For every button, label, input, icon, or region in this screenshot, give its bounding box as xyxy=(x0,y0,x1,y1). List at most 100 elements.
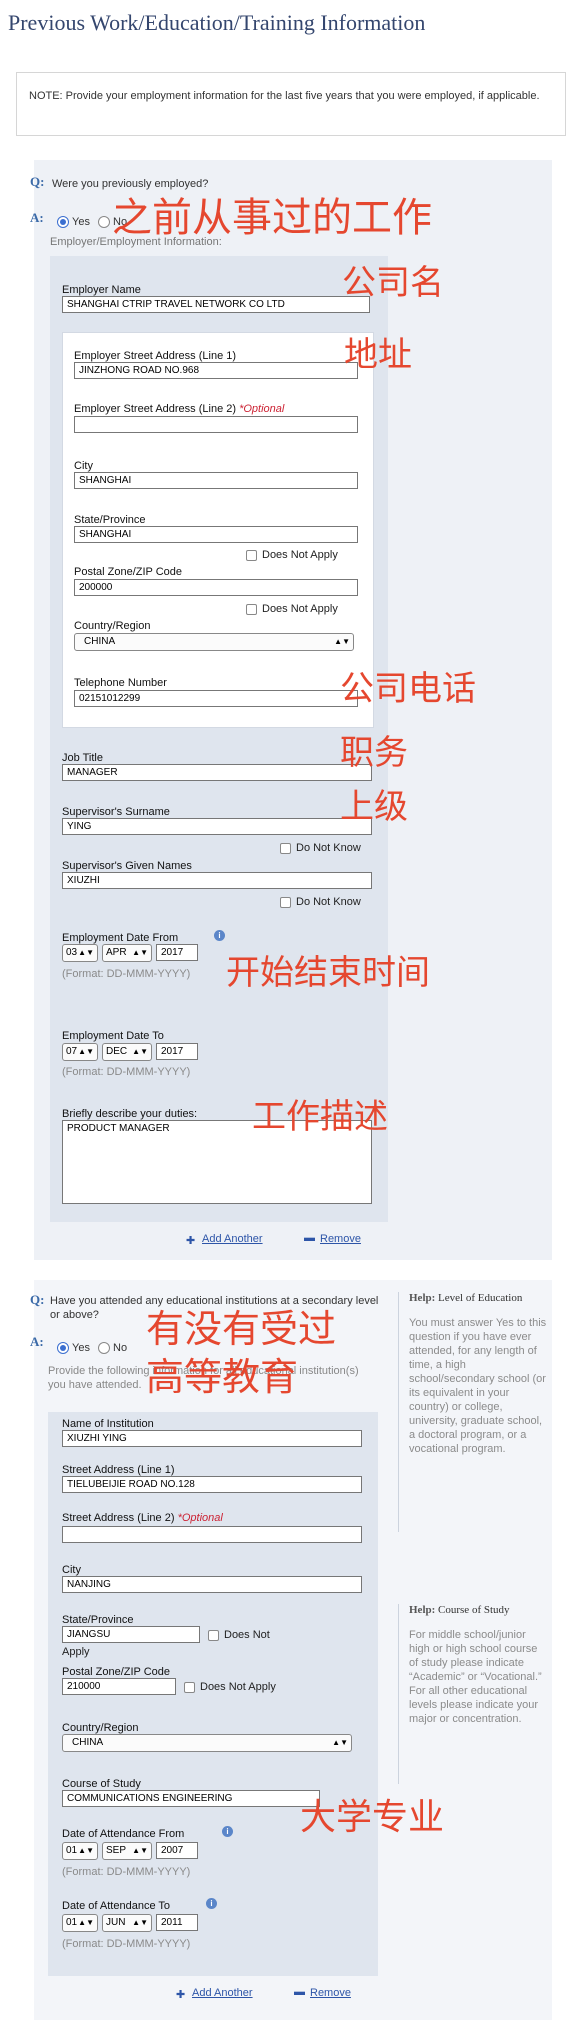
street1-label: Employer Street Address (Line 1) xyxy=(74,350,237,362)
edu-add-another-link[interactable]: Add Another xyxy=(192,1987,253,1999)
state-does-not-apply-checkbox[interactable] xyxy=(246,550,257,561)
edu-from-year-input[interactable]: 2007 xyxy=(156,1842,198,1859)
emp-from-label: Employment Date From xyxy=(62,932,179,944)
country-label: Country/Region xyxy=(74,620,151,632)
emp-to-year-input[interactable]: 2017 xyxy=(156,1043,198,1060)
zip-label: Postal Zone/ZIP Code xyxy=(74,566,183,578)
country-select[interactable]: CHINA ▲▼ xyxy=(74,633,354,651)
annotation-address: 地址 xyxy=(344,335,412,375)
emp-to-day-select[interactable]: 07 ▲▼ xyxy=(62,1043,98,1061)
zip-does-not-apply-label: Does Not Apply xyxy=(262,603,338,615)
annotation-major: 大学专业 xyxy=(300,1797,445,1838)
help-level-of-education: Help: Level of Education You must answer… xyxy=(398,1292,548,1532)
edu-city-input[interactable]: NANJING xyxy=(62,1576,362,1593)
edu-state-input[interactable]: JIANGSU xyxy=(62,1626,200,1643)
sup-surname-unknown-checkbox[interactable] xyxy=(280,843,291,854)
edu-from-month-select[interactable]: SEP ▲▼ xyxy=(102,1842,152,1860)
course-input[interactable]: COMMUNICATIONS ENGINEERING xyxy=(62,1790,320,1807)
employment-question: Were you previously employed? xyxy=(52,178,209,190)
edu-country-select[interactable]: CHINA ▲▼ xyxy=(62,1734,352,1752)
question-marker: Q: xyxy=(30,174,45,189)
city-label: City xyxy=(74,460,93,472)
zip-does-not-apply-checkbox[interactable] xyxy=(246,604,257,615)
employed-no-radio[interactable] xyxy=(98,216,110,228)
state-label: State/Province xyxy=(74,514,146,526)
emp-from-year-input[interactable]: 2017 xyxy=(156,944,198,961)
edu-country-label: Country/Region xyxy=(62,1722,139,1734)
page-title: Previous Work/Education/Training Informa… xyxy=(8,10,426,35)
edu-no-label: No xyxy=(113,1342,128,1354)
state-input[interactable]: SHANGHAI xyxy=(74,526,358,543)
edu-from-format-hint: (Format: DD-MMM-YYYY) xyxy=(62,1866,191,1878)
emp-from-month-select[interactable]: APR ▲▼ xyxy=(102,944,152,962)
edu-street1-input[interactable]: TIELUBEIJIE ROAD NO.128 xyxy=(62,1476,362,1493)
emp-to-label: Employment Date To xyxy=(62,1030,164,1042)
emp-to-format-hint: (Format: DD-MMM-YYYY) xyxy=(62,1066,191,1078)
edu-to-info-icon[interactable]: i xyxy=(206,1898,217,1909)
edu-to-format-hint: (Format: DD-MMM-YYYY) xyxy=(62,1938,191,1950)
annotation-position: 职务 xyxy=(340,733,408,773)
edu-state-label: State/Province xyxy=(62,1614,134,1626)
edu-state-does-not-label: Does Not xyxy=(224,1629,270,1641)
emp-from-format-hint: (Format: DD-MMM-YYYY) xyxy=(62,968,191,980)
edu-from-info-icon[interactable]: i xyxy=(222,1826,233,1837)
edu-zip-does-not-apply-checkbox[interactable] xyxy=(184,1682,195,1693)
annotation-company-name: 公司名 xyxy=(342,263,444,303)
help-heading: Help: Level of Education xyxy=(409,1292,523,1304)
edu-zip-label: Postal Zone/ZIP Code xyxy=(62,1666,171,1678)
annotation-supervisor: 上级 xyxy=(340,787,408,827)
state-does-not-apply-label: Does Not Apply xyxy=(262,549,338,561)
info-icon[interactable]: i xyxy=(214,930,225,941)
phone-label: Telephone Number xyxy=(74,677,167,689)
employed-yes-label: Yes xyxy=(72,216,90,228)
emp-to-month-select[interactable]: DEC ▲▼ xyxy=(102,1043,152,1061)
annotation-start-end: 开始结束时间 xyxy=(226,953,430,993)
street1-input[interactable]: JINZHONG ROAD NO.968 xyxy=(74,362,358,379)
employed-yes-radio[interactable] xyxy=(57,216,69,228)
annotation-job-desc: 工作描述 xyxy=(252,1097,388,1137)
inst-label: Name of Institution xyxy=(62,1418,154,1430)
employer-name-input[interactable]: SHANGHAI CTRIP TRAVEL NETWORK CO LTD xyxy=(62,296,370,313)
job-title-input[interactable]: MANAGER xyxy=(62,764,372,781)
sup-given-input[interactable]: XIUZHI xyxy=(62,872,372,889)
zip-input[interactable]: 200000 xyxy=(74,579,358,596)
city-input[interactable]: SHANGHAI xyxy=(74,472,358,489)
edu-to-day-select[interactable]: 01 ▲▼ xyxy=(62,1914,98,1932)
sup-given-unknown-checkbox[interactable] xyxy=(280,897,291,908)
emp-from-day-select[interactable]: 03 ▲▼ xyxy=(62,944,98,962)
emp-remove-icon: ▬ xyxy=(304,1232,315,1244)
edu-yes-radio[interactable] xyxy=(57,1342,69,1354)
edu-no-radio[interactable] xyxy=(98,1342,110,1354)
emp-add-another-link[interactable]: Add Another xyxy=(202,1233,263,1245)
edu-city-label: City xyxy=(62,1564,81,1576)
edu-to-label: Date of Attendance To xyxy=(62,1900,171,1912)
edu-zip-does-not-apply-label: Does Not Apply xyxy=(200,1681,276,1693)
annotation-prev-work: 之前从事过的工作 xyxy=(112,195,432,241)
street2-input[interactable] xyxy=(74,416,358,433)
inst-input[interactable]: XIUZHI YING xyxy=(62,1430,362,1447)
edu-zip-input[interactable]: 210000 xyxy=(62,1678,176,1695)
street2-label: Employer Street Address (Line 2) *Option… xyxy=(74,403,285,415)
edu-to-year-input[interactable]: 2011 xyxy=(156,1914,198,1931)
edu-from-day-select[interactable]: 01 ▲▼ xyxy=(62,1842,98,1860)
sup-surname-label: Supervisor's Surname xyxy=(62,806,170,818)
annotation-company-phone: 公司电话 xyxy=(340,669,476,709)
edu-state-does-not-apply-checkbox[interactable] xyxy=(208,1630,219,1641)
sup-surname-unknown-label: Do Not Know xyxy=(296,842,361,854)
edu-yes-label: Yes xyxy=(72,1342,90,1354)
sup-surname-input[interactable]: YING xyxy=(62,818,372,835)
emp-remove-link[interactable]: Remove xyxy=(320,1233,361,1245)
edu-to-month-select[interactable]: JUN ▲▼ xyxy=(102,1914,152,1932)
edu-street2-label: Street Address (Line 2) *Optional xyxy=(62,1512,223,1524)
course-label: Course of Study xyxy=(62,1778,141,1790)
edu-street2-input[interactable] xyxy=(62,1526,362,1543)
phone-input[interactable]: 02151012299 xyxy=(74,690,358,707)
edu-street1-label: Street Address (Line 1) xyxy=(62,1464,175,1476)
edu-add-icon: ✚ xyxy=(176,1989,186,2001)
edu-answer-marker: A: xyxy=(30,1334,44,1349)
sup-given-unknown-label: Do Not Know xyxy=(296,896,361,908)
help-text: For middle school/junior high or high sc… xyxy=(409,1629,542,1725)
edu-remove-link[interactable]: Remove xyxy=(310,1987,351,1999)
edu-state-apply-label: Apply xyxy=(62,1646,90,1658)
help-heading: Help: Course of Study xyxy=(409,1604,510,1616)
